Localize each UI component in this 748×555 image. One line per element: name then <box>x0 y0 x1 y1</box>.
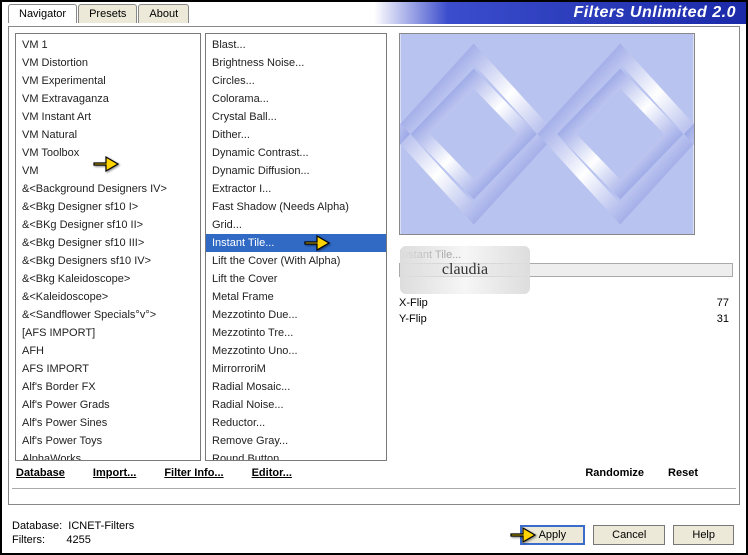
dialog-buttons: Apply Cancel Help <box>520 525 734 545</box>
list-item[interactable]: Blast... <box>206 36 386 54</box>
link-import[interactable]: Import... <box>93 467 136 479</box>
list-item[interactable]: Dither... <box>206 126 386 144</box>
list-item[interactable]: Mezzotinto Uno... <box>206 342 386 360</box>
link-reset[interactable]: Reset <box>668 467 698 479</box>
list-item[interactable]: Radial Mosaic... <box>206 378 386 396</box>
tab-presets[interactable]: Presets <box>78 4 137 23</box>
list-item[interactable]: Extractor I... <box>206 180 386 198</box>
list-item[interactable]: VM <box>16 162 200 180</box>
list-item[interactable]: VM Extravaganza <box>16 90 200 108</box>
param-row: X-Flip 77 <box>399 295 733 311</box>
list-item[interactable]: Mezzotinto Due... <box>206 306 386 324</box>
list-item[interactable]: VM Experimental <box>16 72 200 90</box>
list-item[interactable]: &<Bkg Designer sf10 I> <box>16 198 200 216</box>
param-value: 77 <box>717 297 729 309</box>
list-item[interactable]: AFH <box>16 342 200 360</box>
db-name: ICNET-Filters <box>68 520 134 532</box>
link-database[interactable]: Database <box>16 467 65 479</box>
right-pane: Instant Tile... X-Flip 77 Y-Flip 31 <box>391 33 733 498</box>
list-item[interactable]: Mezzotinto Tre... <box>206 324 386 342</box>
preview-image <box>399 33 695 235</box>
list-item[interactable]: AFS IMPORT <box>16 360 200 378</box>
current-filter-label: Instant Tile... <box>399 245 733 263</box>
tab-navigator[interactable]: Navigator <box>8 4 77 23</box>
link-randomize[interactable]: Randomize <box>585 467 644 479</box>
list-item[interactable]: &<Sandflower Specials°v°> <box>16 306 200 324</box>
param-label: X-Flip <box>399 297 428 309</box>
apply-button[interactable]: Apply <box>520 525 586 545</box>
list-item[interactable]: Alf's Border FX <box>16 378 200 396</box>
category-list[interactable]: VM 1VM DistortionVM ExperimentalVM Extra… <box>15 33 201 461</box>
list-item[interactable]: AlphaWorks <box>16 450 200 461</box>
list-item[interactable]: Alf's Power Toys <box>16 432 200 450</box>
list-item[interactable]: Alf's Power Grads <box>16 396 200 414</box>
param-value: 31 <box>717 313 729 325</box>
db-label: Database: <box>12 520 62 532</box>
preview-svg <box>400 34 694 234</box>
list-item[interactable]: VM Natural <box>16 126 200 144</box>
list-item[interactable]: Remove Gray... <box>206 432 386 450</box>
main-panel: VM 1VM DistortionVM ExperimentalVM Extra… <box>8 26 740 505</box>
list-item[interactable]: Brightness Noise... <box>206 54 386 72</box>
list-item[interactable]: VM Distortion <box>16 54 200 72</box>
param-row: Y-Flip 31 <box>399 311 733 327</box>
list-item[interactable]: Lift the Cover (With Alpha) <box>206 252 386 270</box>
list-item[interactable]: Grid... <box>206 216 386 234</box>
link-editor[interactable]: Editor... <box>252 467 292 479</box>
separator <box>12 488 736 489</box>
list-item[interactable]: [AFS IMPORT] <box>16 324 200 342</box>
status-info: Database: ICNET-Filters Filters: 4255 <box>12 519 134 547</box>
list-item[interactable]: &<Bkg Kaleidoscope> <box>16 270 200 288</box>
list-item[interactable]: &<Bkg Designers sf10 IV> <box>16 252 200 270</box>
filters-count: 4255 <box>66 534 90 546</box>
list-item[interactable]: Alf's Power Sines <box>16 414 200 432</box>
list-item[interactable]: Round Button... <box>206 450 386 461</box>
param-label: Y-Flip <box>399 313 427 325</box>
list-item[interactable]: Reductor... <box>206 414 386 432</box>
list-item[interactable]: Crystal Ball... <box>206 108 386 126</box>
list-item[interactable]: VM Instant Art <box>16 108 200 126</box>
list-item[interactable]: Instant Tile... <box>206 234 386 252</box>
list-item[interactable]: Fast Shadow (Needs Alpha) <box>206 198 386 216</box>
list-item[interactable]: Metal Frame <box>206 288 386 306</box>
list-item[interactable]: &<BKg Designer sf10 II> <box>16 216 200 234</box>
list-item[interactable]: Radial Noise... <box>206 396 386 414</box>
list-item[interactable]: Lift the Cover <box>206 270 386 288</box>
parameter-area: X-Flip 77 Y-Flip 31 <box>399 295 733 327</box>
list-item[interactable]: Colorama... <box>206 90 386 108</box>
list-item[interactable]: Dynamic Contrast... <box>206 144 386 162</box>
list-item[interactable]: &<Bkg Designer sf10 III> <box>16 234 200 252</box>
list-item[interactable]: &<Background Designers IV> <box>16 180 200 198</box>
list-item[interactable]: Circles... <box>206 72 386 90</box>
bottom-links-right: Randomize Reset <box>585 467 698 479</box>
filters-label: Filters: <box>12 534 45 546</box>
help-button[interactable]: Help <box>673 525 734 545</box>
bottom-links-left: Database Import... Filter Info... Editor… <box>16 467 292 479</box>
list-item[interactable]: MirrorroriM <box>206 360 386 378</box>
tab-strip: Navigator Presets About <box>8 4 190 23</box>
list-item[interactable]: VM Toolbox <box>16 144 200 162</box>
filter-list[interactable]: Blast...Brightness Noise...Circles...Col… <box>205 33 387 461</box>
app-title: Filters Unlimited 2.0 <box>573 4 736 22</box>
list-item[interactable]: VM 1 <box>16 36 200 54</box>
link-filterinfo[interactable]: Filter Info... <box>164 467 223 479</box>
cancel-button[interactable]: Cancel <box>593 525 665 545</box>
list-item[interactable]: &<Kaleidoscope> <box>16 288 200 306</box>
tab-about[interactable]: About <box>138 4 189 23</box>
list-item[interactable]: Dynamic Diffusion... <box>206 162 386 180</box>
progress-bar <box>399 263 733 277</box>
